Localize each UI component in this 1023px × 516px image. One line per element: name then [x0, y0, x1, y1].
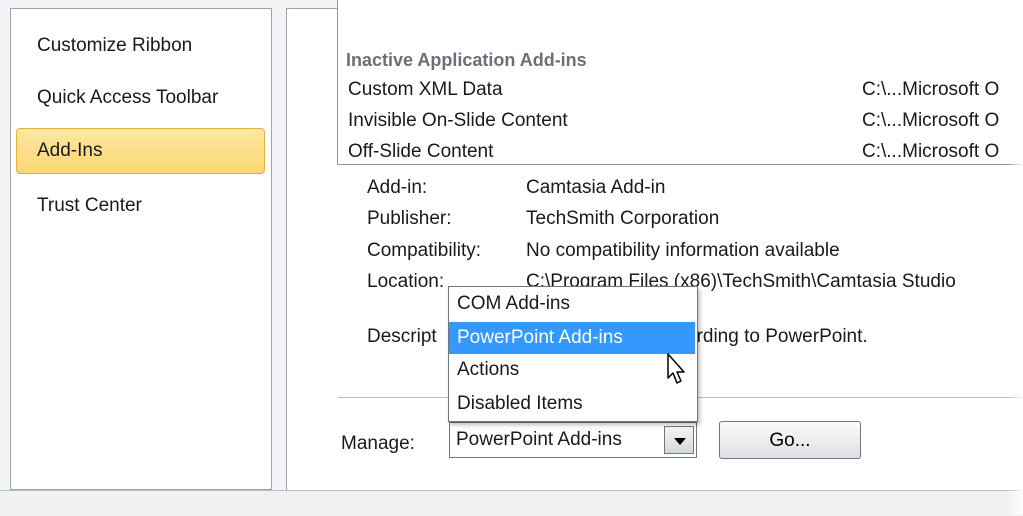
addins-listbox[interactable]: Inactive Application Add-ins Custom XML …	[337, 0, 1023, 165]
go-button[interactable]: Go...	[719, 421, 861, 459]
chevron-down-icon[interactable]	[664, 426, 694, 454]
addin-label: Add-in:	[367, 177, 428, 198]
mouse-pointer-icon	[667, 353, 685, 384]
dialog-footer	[0, 490, 1023, 516]
description-value: ording to PowerPoint.	[686, 326, 868, 347]
edge-fade	[1008, 0, 1023, 515]
nav-item-add-ins[interactable]: Add-Ins	[16, 128, 265, 174]
manage-label: Manage:	[341, 433, 415, 454]
location-label: Location:	[367, 271, 445, 292]
nav-item-quick-access-toolbar[interactable]: Quick Access Toolbar	[37, 87, 218, 109]
list-item-location: C:\...Microsoft O	[862, 110, 1000, 131]
nav-item-trust-center[interactable]: Trust Center	[37, 195, 142, 217]
dropdown-option-actions[interactable]: Actions	[449, 354, 695, 386]
list-item-location: C:\...Microsoft O	[862, 79, 1000, 100]
addin-value: Camtasia Add-in	[526, 177, 666, 198]
publisher-label: Publisher:	[367, 208, 452, 229]
list-item-name[interactable]: Invisible On-Slide Content	[348, 110, 568, 132]
manage-select[interactable]: PowerPoint Add-ins	[449, 422, 697, 458]
dropdown-option-disabled-items[interactable]: Disabled Items	[449, 388, 695, 420]
compatibility-value: No compatibility information available	[526, 240, 840, 261]
nav-item-add-ins-label: Add-Ins	[37, 140, 103, 161]
options-nav: Customize Ribbon Quick Access Toolbar Ad…	[10, 8, 272, 490]
nav-item-customize-ribbon[interactable]: Customize Ribbon	[37, 35, 192, 57]
section-header-inactive: Inactive Application Add-ins	[346, 50, 587, 70]
dropdown-option-powerpoint-addins[interactable]: PowerPoint Add-ins	[449, 322, 695, 354]
dropdown-option-com-addins[interactable]: COM Add-ins	[449, 288, 695, 320]
list-item-name[interactable]: Off-Slide Content	[348, 141, 493, 163]
list-item-location: C:\...Microsoft O	[862, 141, 1000, 162]
publisher-value: TechSmith Corporation	[526, 208, 720, 229]
compatibility-label: Compatibility:	[367, 240, 482, 261]
manage-select-value: PowerPoint Add-ins	[456, 429, 622, 450]
list-item-name[interactable]: Custom XML Data	[348, 79, 503, 101]
description-label: Descript	[367, 326, 437, 347]
